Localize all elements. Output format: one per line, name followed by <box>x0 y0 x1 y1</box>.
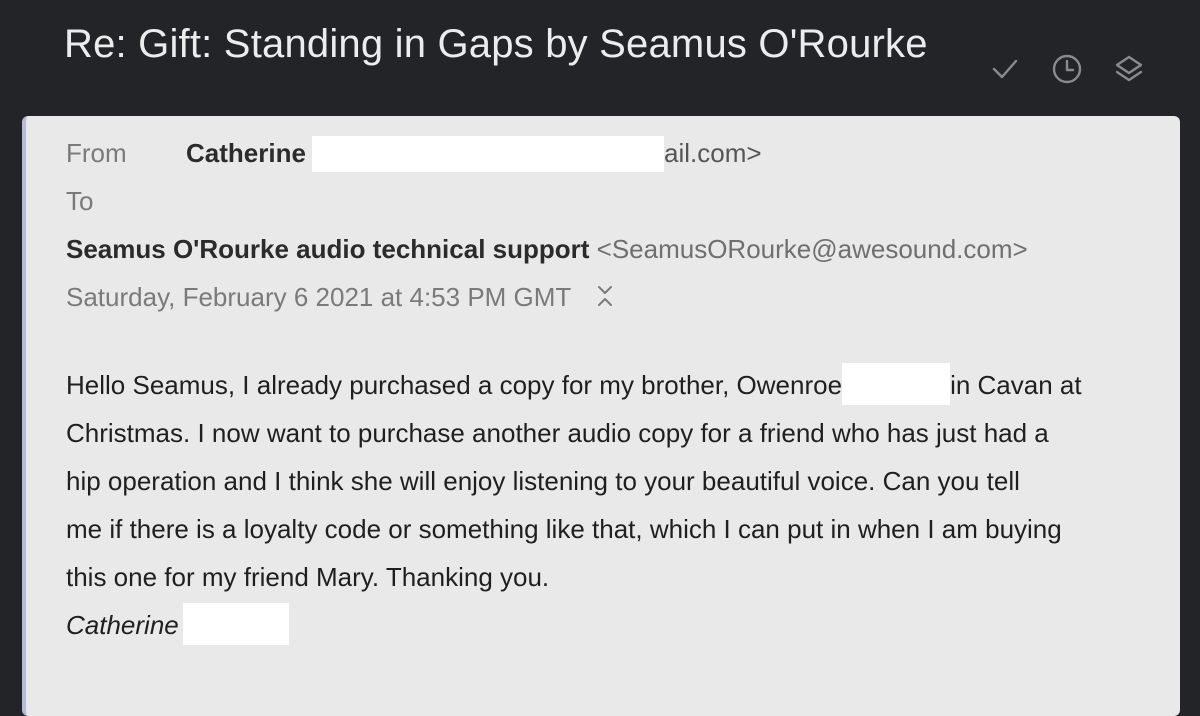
sender-name[interactable]: Catherine <box>186 138 306 169</box>
redaction-block <box>182 603 289 646</box>
message-toolbar <box>988 52 1146 86</box>
layers-icon <box>1115 55 1143 82</box>
move-button[interactable] <box>1112 52 1146 86</box>
redaction-block <box>842 363 951 406</box>
message-date: Saturday, February 6 2021 at 4:53 PM GMT <box>66 282 571 312</box>
body-line: this one for my friend Mary. Thanking yo… <box>66 562 550 592</box>
body-text: Hello Seamus, I already purchased a copy… <box>66 370 843 400</box>
check-icon <box>992 59 1018 79</box>
recipient-email[interactable]: <SeamusORourke@awesound.com> <box>597 234 1028 264</box>
collapse-icon <box>598 285 613 306</box>
body-text: in Cavan at <box>950 370 1082 400</box>
email-subject: Re: Gift: Standing in Gaps by Seamus O'R… <box>64 22 928 66</box>
redaction-block <box>312 136 664 172</box>
message-body: Hello Seamus, I already purchased a copy… <box>66 361 1156 649</box>
message-card: From Catherine ail.com> To Seamus O'Rour… <box>22 116 1180 716</box>
sender-email[interactable]: ail.com> <box>664 138 762 169</box>
from-label: From <box>66 138 127 168</box>
mark-done-button[interactable] <box>988 52 1022 86</box>
body-line: hip operation and I think she will enjoy… <box>66 466 1020 496</box>
body-line: Hello Seamus, I already purchased a copy… <box>66 361 1156 409</box>
signature-line: Catherine <box>66 601 1156 649</box>
snooze-button[interactable] <box>1050 52 1084 86</box>
to-row: To <box>66 186 93 217</box>
recipient-row: Seamus O'Rourke audio technical support … <box>66 234 1028 265</box>
date-row: Saturday, February 6 2021 at 4:53 PM GMT <box>66 282 614 315</box>
collapse-details-button[interactable] <box>596 284 614 315</box>
body-line: Christmas. I now want to purchase anothe… <box>66 418 1049 448</box>
to-label: To <box>66 186 94 216</box>
signature: Catherine <box>66 610 179 640</box>
body-line: me if there is a loyalty code or somethi… <box>66 514 1062 544</box>
clock-icon <box>1052 54 1082 84</box>
recipient-name[interactable]: Seamus O'Rourke audio technical support <box>66 234 589 264</box>
from-row: From Catherine ail.com> <box>66 136 826 172</box>
